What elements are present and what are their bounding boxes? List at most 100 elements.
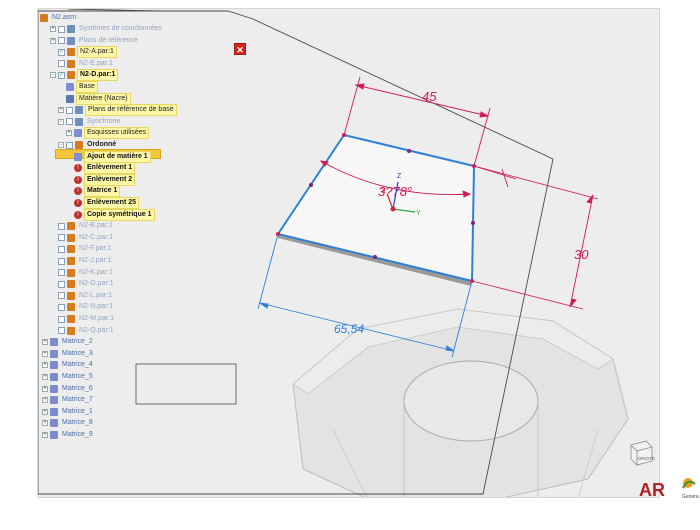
tree-item[interactable]: + Plans de référence xyxy=(50,36,140,46)
tree-item[interactable]: N2-K.par:1 xyxy=(50,268,115,278)
tree-item[interactable]: N2-F.par:1 xyxy=(50,244,114,254)
visibility-checkbox[interactable] xyxy=(58,315,65,323)
tree-item[interactable]: Ajout de matière 1 xyxy=(66,150,151,163)
visibility-checkbox[interactable] xyxy=(58,303,65,311)
tree-item[interactable]: Matière (Nacre) xyxy=(58,92,131,105)
tree-item[interactable]: + Matrice_7 xyxy=(42,395,95,405)
pathfinder-tree: N2.asm + Systèmes de coordonnées + Plans de … xyxy=(38,9,238,469)
tree-root[interactable]: N2.asm xyxy=(40,13,78,23)
arr-icon xyxy=(50,361,58,370)
tree-item-label: N2-F.par:1 xyxy=(79,245,112,253)
tree-item[interactable]: ! Enlèvement 2 xyxy=(66,173,136,186)
visibility-checkbox[interactable] xyxy=(66,118,73,126)
tree-item[interactable]: N2-G.par:1 xyxy=(50,279,116,289)
visibility-checkbox[interactable]: ✓ xyxy=(58,48,65,56)
visibility-checkbox[interactable] xyxy=(58,234,65,242)
visibility-checkbox[interactable] xyxy=(66,106,73,114)
part-icon xyxy=(67,315,75,323)
tree-item[interactable]: - Synchrone xyxy=(58,117,122,127)
part-icon xyxy=(67,245,75,254)
close-icon[interactable]: ✕ xyxy=(234,43,246,55)
expand-toggle-icon[interactable]: + xyxy=(50,26,56,32)
expand-toggle-icon[interactable]: + xyxy=(42,339,48,346)
tree-item[interactable]: + Matrice_9 xyxy=(42,430,95,440)
dimension-right[interactable] xyxy=(471,165,599,310)
tree-item[interactable]: N2-E.par:1 xyxy=(50,59,115,69)
dimension-right-label: 30 xyxy=(574,247,589,262)
octagon-part[interactable] xyxy=(292,308,629,498)
tree-item[interactable]: + Matrice_8 xyxy=(42,418,95,428)
visibility-checkbox[interactable] xyxy=(58,257,65,265)
tree-item-label: Ajout de matière 1 xyxy=(84,150,151,163)
expand-toggle-icon[interactable]: - xyxy=(58,118,64,125)
tree-item[interactable]: + Esquisses utilisées xyxy=(66,127,150,140)
expand-toggle-icon[interactable]: - xyxy=(58,142,64,148)
expand-toggle-icon[interactable]: - xyxy=(50,72,56,79)
expand-toggle-icon[interactable]: + xyxy=(42,385,48,392)
visibility-checkbox[interactable] xyxy=(58,245,65,253)
tree-item[interactable]: + Matrice_1 xyxy=(42,407,95,417)
expand-toggle-icon[interactable]: + xyxy=(42,350,48,357)
visibility-checkbox[interactable] xyxy=(58,37,65,45)
visibility-checkbox[interactable] xyxy=(58,327,65,335)
view-cube[interactable]: DROITE xyxy=(626,437,656,467)
tree-item[interactable]: + Matrice_5 xyxy=(42,372,95,382)
axis-y-label: Y xyxy=(416,210,421,217)
err-icon: ! xyxy=(74,199,82,207)
tree-item[interactable]: ! Matrice 1 xyxy=(66,185,121,198)
tree-item[interactable]: N2-Q.par:1 xyxy=(50,326,116,336)
tree-item[interactable]: + Plans de référence de base xyxy=(58,104,177,117)
expand-toggle-icon[interactable]: + xyxy=(42,397,48,404)
tree-item-label: Matrice_1 xyxy=(62,407,93,415)
visibility-checkbox[interactable] xyxy=(58,269,65,277)
tree-item[interactable]: - ✓ N2-D.par:1 xyxy=(50,69,119,82)
tree-item[interactable]: ! Enlèvement 25 xyxy=(66,197,140,209)
expand-toggle-icon[interactable]: + xyxy=(66,130,72,137)
tree-item[interactable]: + Matrice_3 xyxy=(42,349,95,359)
visibility-checkbox[interactable] xyxy=(58,25,65,33)
sys-icon xyxy=(67,36,75,45)
visibility-checkbox[interactable] xyxy=(58,222,65,230)
expand-toggle-icon[interactable]: + xyxy=(42,420,48,427)
tree-item-label: N2-A.par:1 xyxy=(77,46,117,59)
tree-item-label: N2-E.par:1 xyxy=(79,59,113,67)
visibility-checkbox[interactable] xyxy=(66,141,73,149)
part-icon xyxy=(67,268,75,277)
visibility-checkbox[interactable] xyxy=(58,292,65,300)
feat-icon xyxy=(74,152,82,161)
graphics-viewport[interactable]: 45 30 3?78° 65,54 Z Y X N2.asm + Système… xyxy=(37,8,660,498)
tree-item[interactable]: N2-J.par:1 xyxy=(50,256,114,266)
expand-toggle-icon[interactable]: + xyxy=(42,362,48,369)
dimension-top-label: 45 xyxy=(422,89,437,104)
visibility-checkbox[interactable] xyxy=(58,60,65,68)
tree-item-label: Esquisses utilisées xyxy=(84,127,150,140)
sketch-profile[interactable] xyxy=(276,133,476,286)
tree-item-label: N2-G.par:1 xyxy=(79,280,114,288)
expand-toggle-icon[interactable]: + xyxy=(50,37,56,44)
tree-item[interactable]: - Ordonné xyxy=(58,140,118,150)
tree-item[interactable]: N2-M.par:1 xyxy=(50,314,116,324)
arr-icon xyxy=(50,349,58,358)
tree-item[interactable]: N2-N.par:1 xyxy=(50,302,115,312)
arr-icon xyxy=(50,338,58,347)
tree-item[interactable]: ! Enlèvement 1 xyxy=(66,162,136,175)
tree-item[interactable]: N2-C.par:1 xyxy=(50,233,115,243)
tree-item[interactable]: N2-B.par:1 xyxy=(50,221,115,231)
tree-item[interactable]: + Matrice_4 xyxy=(42,360,95,370)
visibility-checkbox[interactable] xyxy=(58,280,65,288)
expand-toggle-icon[interactable]: + xyxy=(42,408,48,415)
tree-item[interactable]: ! Copie symétrique 1 xyxy=(66,208,155,221)
tree-item[interactable]: N2-L.par:1 xyxy=(50,291,114,301)
visibility-checkbox[interactable]: ✓ xyxy=(58,71,65,79)
tree-item[interactable]: + Matrice_2 xyxy=(42,337,95,347)
tree-item[interactable]: Base xyxy=(58,81,98,93)
tree-item[interactable]: + Systèmes de coordonnées xyxy=(50,24,164,34)
tree-item-label: Matière (Nacre) xyxy=(76,92,131,105)
expand-toggle-icon[interactable]: + xyxy=(42,374,48,380)
expand-toggle-icon[interactable]: + xyxy=(42,432,48,438)
tree-item[interactable]: + Matrice_6 xyxy=(42,384,95,394)
expand-toggle-icon[interactable]: + xyxy=(58,107,64,114)
tree-item[interactable]: ✓ N2-A.par:1 xyxy=(50,46,117,59)
